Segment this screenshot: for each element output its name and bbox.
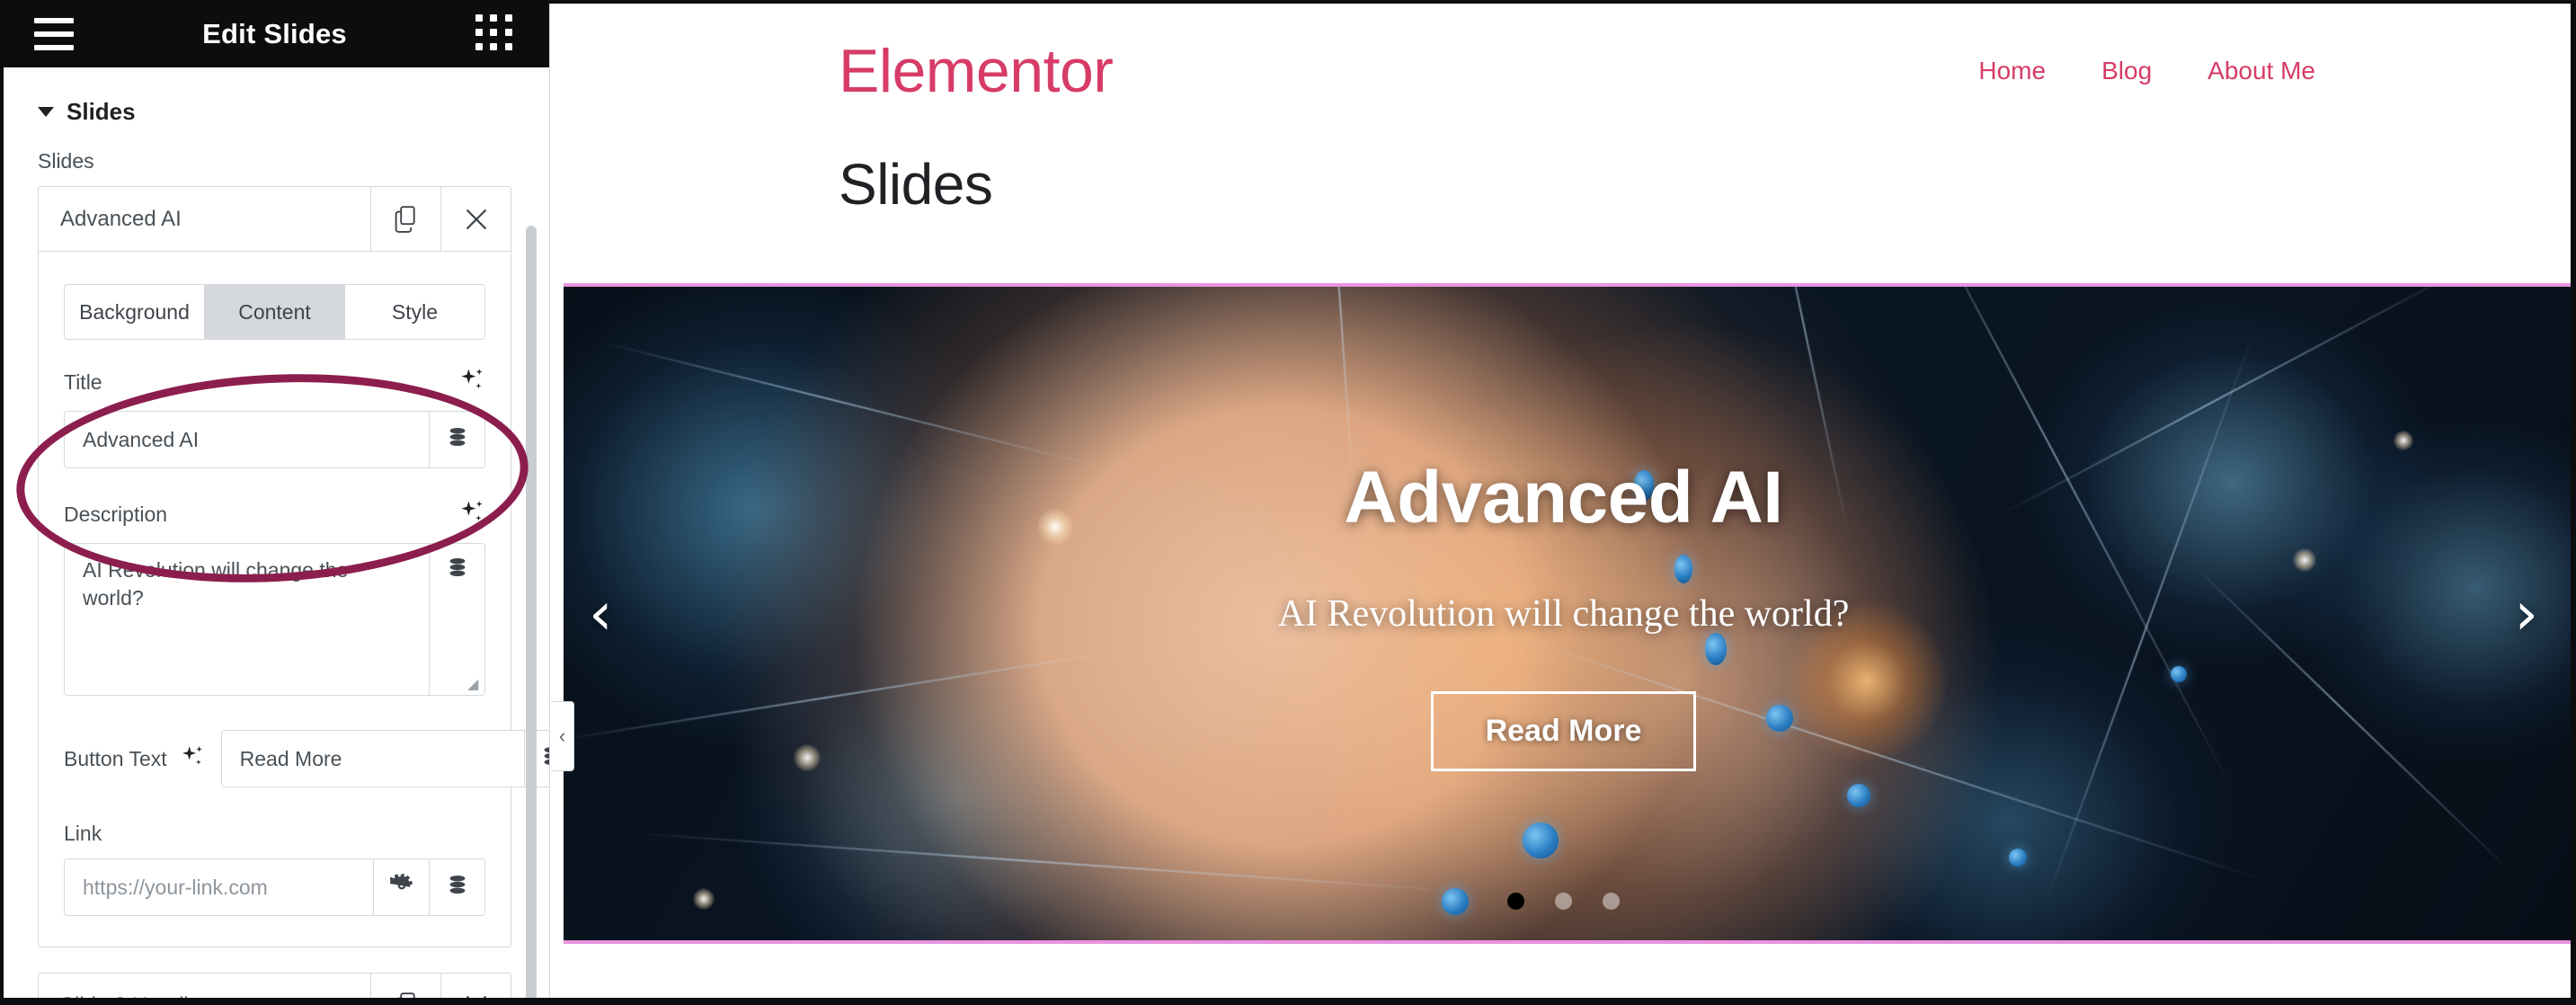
button-text-input-row	[220, 730, 549, 787]
link-field-group: Link	[64, 822, 485, 916]
gear-icon	[386, 873, 413, 902]
link-dynamic-tags-button[interactable]	[429, 859, 484, 915]
description-field-label: Description	[64, 502, 168, 526]
pagination-dot-3[interactable]	[1603, 893, 1620, 910]
repeater-item-1: Advanced AI Background Content Style Tit…	[38, 186, 549, 947]
button-text-input[interactable]	[221, 731, 524, 787]
link-input[interactable]	[65, 859, 373, 915]
window-frame-bottom	[0, 998, 2576, 1005]
window-frame-top	[0, 0, 2576, 4]
slide-description: AI Revolution will change the world?	[1277, 593, 1850, 635]
control-label-slides: Slides	[38, 149, 94, 173]
panel-collapse-handle[interactable]: ‹	[551, 701, 574, 771]
panel-header: Edit Slides	[0, 0, 549, 67]
slide-content: Advanced AI AI Revolution will change th…	[551, 287, 2576, 940]
page-title: Slides	[839, 152, 993, 217]
editor-panel: Edit Slides Slides Slides Advanced AI Ba…	[0, 0, 550, 1005]
pagination-dot-2[interactable]	[1555, 893, 1572, 910]
link-field-label: Link	[64, 822, 102, 845]
chevron-left-icon[interactable]: ‹	[589, 583, 612, 644]
link-input-row	[64, 858, 485, 916]
panel-body: Slides Advanced AI Background Content St…	[0, 149, 549, 1005]
preview-left-gutter	[551, 283, 564, 944]
tab-panel-content: Title Advanced AI Description AI Revolut…	[39, 340, 549, 947]
button-text-field-label: Button Text	[64, 746, 167, 770]
copy-icon	[395, 205, 418, 233]
site-preview: Elementor Home Blog About Me Slides Adva…	[551, 0, 2576, 1005]
sparkle-ai-icon[interactable]	[458, 367, 485, 398]
slides-widget-selected[interactable]: Advanced AI AI Revolution will change th…	[551, 283, 2576, 944]
title-label-row: Title	[64, 367, 485, 398]
window-frame-right	[2571, 0, 2576, 1005]
slider-pagination	[551, 893, 2576, 910]
button-text-row: Button Text	[64, 730, 549, 787]
sparkle-ai-icon[interactable]	[458, 499, 485, 530]
dynamic-tags-icon	[446, 874, 469, 902]
hamburger-icon[interactable]	[34, 17, 74, 50]
nav-link-about-me[interactable]: About Me	[2207, 57, 2315, 85]
chevron-right-icon[interactable]: ›	[2515, 583, 2538, 644]
repeater-item-title: Advanced AI	[60, 206, 182, 231]
link-options-button[interactable]	[373, 859, 429, 915]
description-textarea[interactable]	[65, 544, 429, 695]
repeater-tabs: Background Content Style	[64, 284, 485, 340]
elementor-editor-window: Edit Slides Slides Slides Advanced AI Ba…	[0, 0, 2576, 1005]
nav-link-home[interactable]: Home	[1978, 57, 2046, 85]
description-dynamic-tags-button[interactable]	[429, 544, 484, 695]
remove-slide-button[interactable]	[440, 187, 511, 251]
tab-background[interactable]: Background	[65, 285, 205, 339]
panel-title: Edit Slides	[202, 17, 347, 49]
description-label-row: Description	[64, 499, 485, 530]
section-header-slides[interactable]: Slides	[0, 67, 549, 149]
window-frame-left	[0, 0, 4, 1005]
title-field-label: Title	[64, 370, 102, 394]
dynamic-tags-icon	[446, 426, 469, 454]
slides-carousel: Advanced AI AI Revolution will change th…	[551, 287, 2576, 940]
tab-style[interactable]: Style	[345, 285, 484, 339]
description-input-row: ◢	[64, 543, 485, 696]
close-icon	[464, 207, 489, 232]
title-dynamic-tags-button[interactable]	[429, 412, 484, 467]
site-nav: Home Blog About Me	[1978, 57, 2315, 85]
site-logo[interactable]: Elementor	[839, 36, 1114, 106]
nav-link-blog[interactable]: Blog	[2101, 57, 2152, 85]
title-input-row	[64, 411, 485, 468]
pagination-dot-1[interactable]	[1507, 893, 1524, 910]
panel-scrollbar[interactable]	[526, 226, 537, 1005]
slide-read-more-button[interactable]: Read More	[1430, 691, 1697, 771]
title-input[interactable]	[65, 412, 429, 467]
tab-content[interactable]: Content	[205, 285, 345, 339]
caret-down-icon	[38, 107, 54, 117]
dynamic-tags-icon	[540, 745, 549, 773]
site-header: Elementor Home Blog About Me	[551, 0, 2576, 142]
repeater-item-header[interactable]: Advanced AI	[39, 187, 511, 252]
slide-heading: Advanced AI	[1344, 457, 1783, 538]
sparkle-ai-icon[interactable]	[180, 744, 205, 774]
dynamic-tags-icon	[446, 556, 469, 584]
duplicate-slide-button[interactable]	[370, 187, 440, 251]
section-title: Slides	[67, 98, 136, 125]
grid-apps-icon[interactable]	[475, 13, 515, 54]
